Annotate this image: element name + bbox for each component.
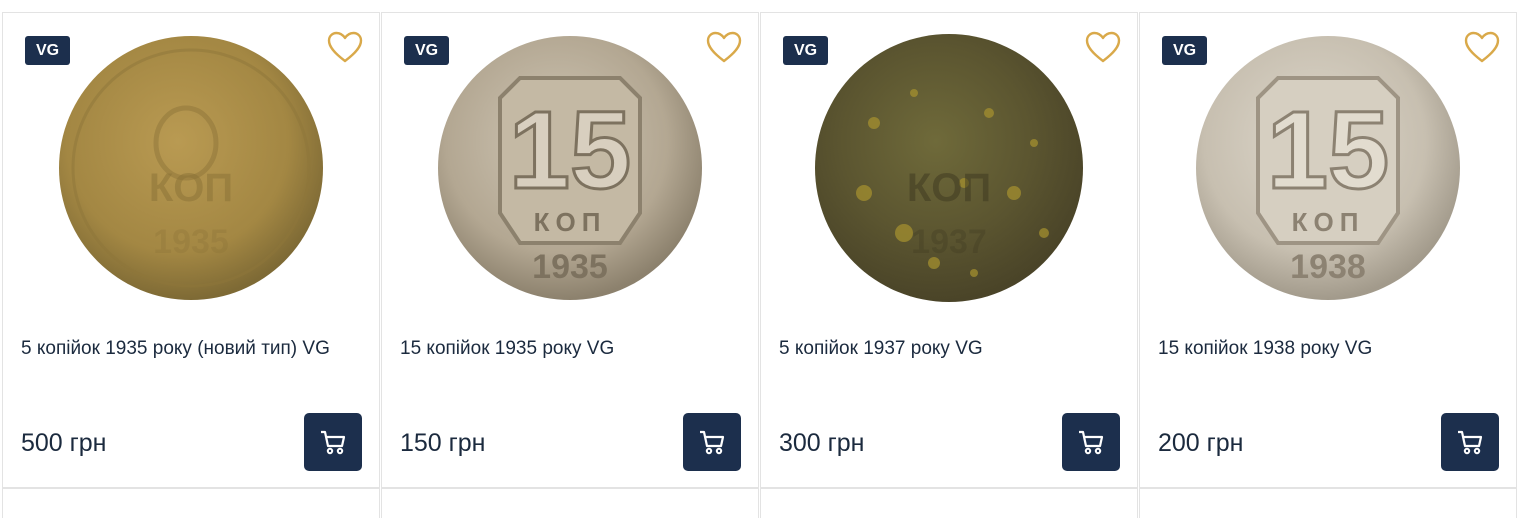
product-title[interactable]: 5 копійок 1937 року VG — [779, 331, 1124, 366]
product-card[interactable]: VG 15 КОП 1938 15 копійок 1938 року VG 2… — [1139, 12, 1517, 488]
product-card-next-row — [1139, 488, 1517, 518]
coin-image: 15 КОП 1938 — [1196, 36, 1460, 300]
product-card-next-row — [760, 488, 1138, 518]
product-card[interactable]: VG КОП 1937 5 копійок 1937 року VG 300 г… — [760, 12, 1138, 488]
coin-denomination-text: 15 — [509, 89, 631, 212]
coin-year-text: 1935 — [532, 248, 608, 286]
product-grid: VG КОП 1935 5 копійок 1935 року (новий т… — [0, 0, 1536, 518]
coin-image: 15 КОП 1935 — [438, 36, 702, 300]
product-price: 300 грн — [779, 429, 865, 457]
coin-denomination-text: 15 — [1267, 89, 1389, 212]
product-title[interactable]: 15 копійок 1935 року VG — [400, 331, 745, 366]
coin-image: КОП 1935 — [59, 36, 323, 300]
add-to-cart-button[interactable] — [683, 413, 741, 471]
product-card-next-row — [381, 488, 759, 518]
product-image[interactable]: 15 КОП 1938 — [1140, 33, 1516, 303]
shopping-cart-icon — [321, 430, 346, 455]
coin-unit-text: КОП — [907, 166, 991, 210]
coin-unit-text: КОП — [1292, 207, 1365, 237]
coin-year-text: 1938 — [1290, 248, 1366, 286]
coin-unit-text: КОП — [534, 207, 607, 237]
product-price: 150 грн — [400, 429, 486, 457]
product-title[interactable]: 5 копійок 1935 року (новий тип) VG — [21, 331, 366, 366]
add-to-cart-button[interactable] — [1441, 413, 1499, 471]
product-price: 200 грн — [1158, 429, 1244, 457]
coin-image: КОП 1937 — [815, 34, 1083, 302]
shopping-cart-icon — [1458, 430, 1483, 455]
coin-year-text: 1935 — [153, 223, 229, 261]
product-card-next-row — [2, 488, 380, 518]
add-to-cart-button[interactable] — [304, 413, 362, 471]
shopping-cart-icon — [700, 430, 725, 455]
coin-year-text: 1937 — [911, 223, 987, 261]
product-card[interactable]: VG 15 КОП 1935 15 копійок 1935 року VG 1… — [381, 12, 759, 488]
coin-unit-text: КОП — [149, 166, 233, 210]
shopping-cart-icon — [1079, 430, 1104, 455]
product-price: 500 грн — [21, 429, 107, 457]
product-card[interactable]: VG КОП 1935 5 копійок 1935 року (новий т… — [2, 12, 380, 488]
product-title[interactable]: 15 копійок 1938 року VG — [1158, 331, 1503, 366]
product-image[interactable]: 15 КОП 1935 — [382, 33, 758, 303]
product-image[interactable]: КОП 1935 — [3, 33, 379, 303]
add-to-cart-button[interactable] — [1062, 413, 1120, 471]
product-image[interactable]: КОП 1937 — [761, 33, 1137, 303]
